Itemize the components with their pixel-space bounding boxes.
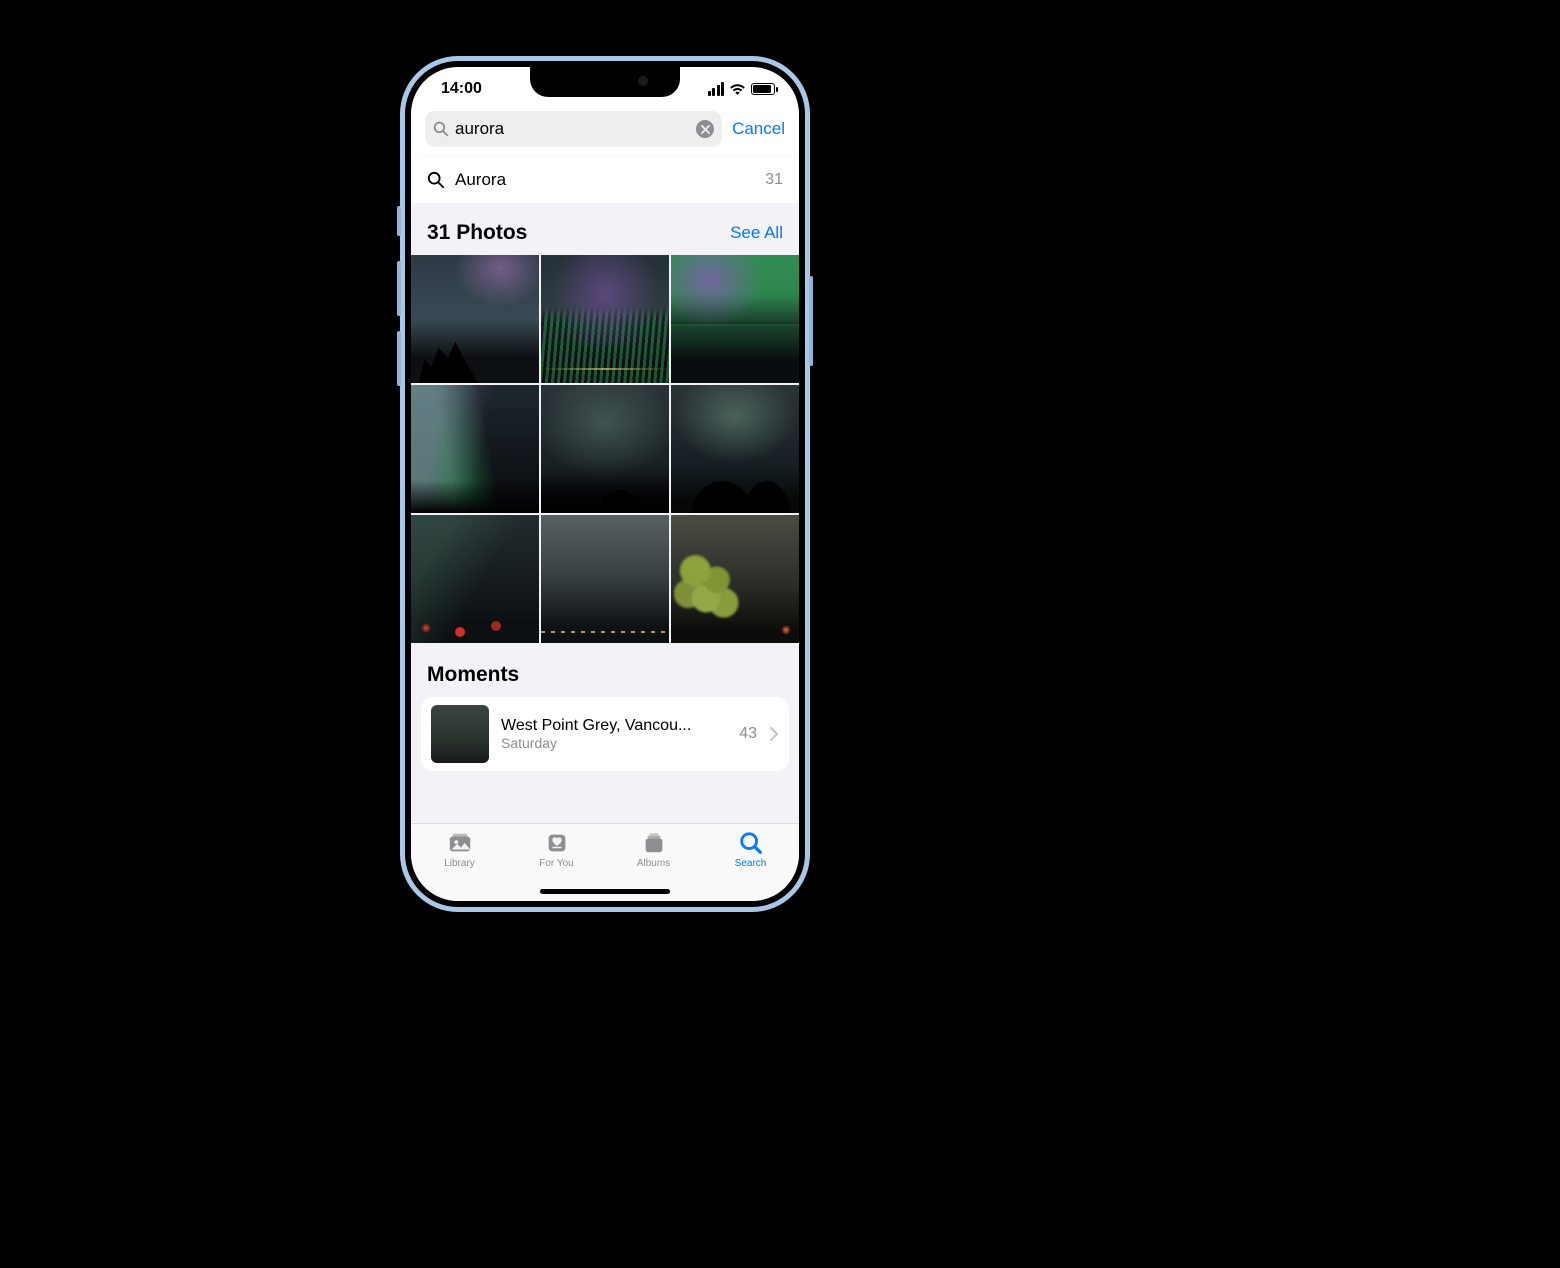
photo-thumbnail[interactable] <box>671 385 799 513</box>
home-indicator[interactable] <box>540 889 670 894</box>
photo-thumbnail[interactable] <box>411 515 539 643</box>
photo-thumbnail[interactable] <box>541 515 669 643</box>
volume-up-button <box>397 261 401 316</box>
results-area: 31 Photos See All Moments <box>411 203 799 823</box>
tab-search[interactable]: Search <box>702 830 799 901</box>
photo-thumbnail[interactable] <box>411 385 539 513</box>
screen: 14:00 Cancel <box>411 67 799 901</box>
suggestion-count: 31 <box>765 171 783 189</box>
photo-grid <box>411 255 799 643</box>
moment-count: 43 <box>739 725 757 743</box>
cellular-signal-icon <box>708 82 725 96</box>
clear-search-button[interactable] <box>696 120 714 138</box>
photo-thumbnail[interactable] <box>411 255 539 383</box>
xmark-icon <box>701 125 710 134</box>
photo-thumbnail[interactable] <box>541 385 669 513</box>
moment-item[interactable]: West Point Grey, Vancou... Saturday 43 <box>421 697 789 771</box>
status-time: 14:00 <box>441 80 482 98</box>
moments-header: Moments <box>411 643 799 697</box>
moment-thumbnail <box>431 705 489 763</box>
mute-switch <box>397 206 401 236</box>
cancel-button[interactable]: Cancel <box>732 119 785 139</box>
search-input[interactable] <box>455 119 690 139</box>
search-tab-icon <box>738 830 764 856</box>
search-icon <box>433 121 449 137</box>
photo-thumbnail[interactable] <box>541 255 669 383</box>
photos-count-header: 31 Photos <box>427 221 527 245</box>
chevron-right-icon <box>769 726 779 742</box>
search-icon <box>427 171 445 189</box>
albums-icon <box>641 830 667 856</box>
wifi-icon <box>729 83 746 96</box>
tab-label: Library <box>444 858 475 869</box>
search-field[interactable] <box>425 111 722 147</box>
moment-subtitle: Saturday <box>501 735 727 751</box>
see-all-button[interactable]: See All <box>730 223 783 243</box>
for-you-icon <box>544 830 570 856</box>
volume-down-button <box>397 331 401 386</box>
tab-label: Search <box>735 858 767 869</box>
suggestion-label: Aurora <box>455 170 506 190</box>
notch <box>530 67 680 97</box>
search-suggestion[interactable]: Aurora 31 <box>411 155 799 203</box>
tab-label: For You <box>539 858 573 869</box>
search-bar: Cancel <box>411 111 799 155</box>
battery-icon <box>751 83 775 95</box>
tab-library[interactable]: Library <box>411 830 508 901</box>
tab-label: Albums <box>637 858 670 869</box>
power-button <box>809 276 813 366</box>
photo-thumbnail[interactable] <box>671 515 799 643</box>
phone-frame: 14:00 Cancel <box>400 56 810 912</box>
library-icon <box>447 830 473 856</box>
photo-thumbnail[interactable] <box>671 255 799 383</box>
moment-title: West Point Grey, Vancou... <box>501 717 727 735</box>
